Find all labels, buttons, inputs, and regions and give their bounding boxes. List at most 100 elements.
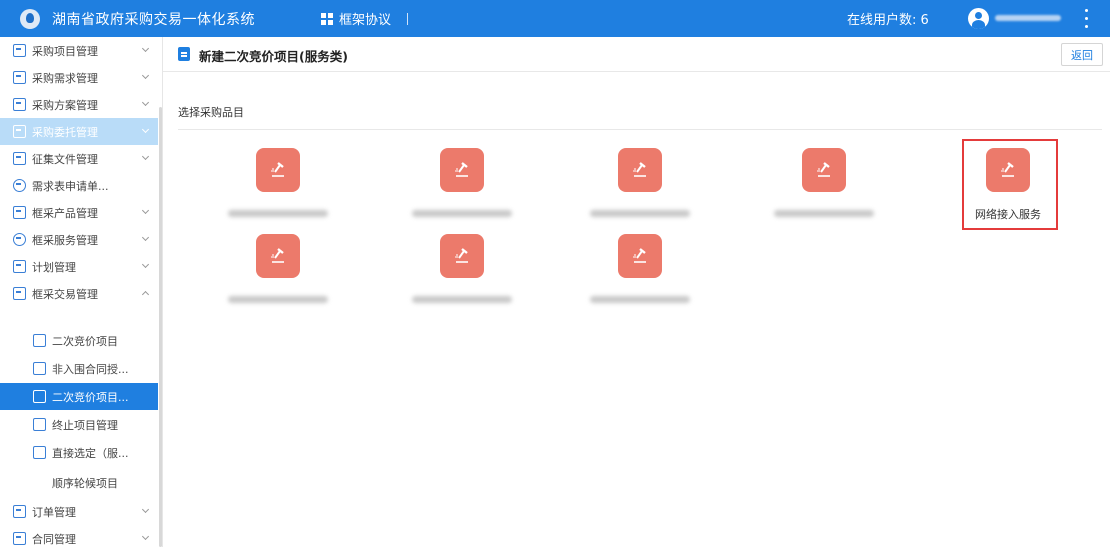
category-item[interactable] bbox=[218, 148, 338, 228]
sidebar-item-label: 采购项目管理 bbox=[32, 44, 98, 58]
logo-icon bbox=[20, 8, 40, 29]
sidebar-sub-second-bidding-service[interactable]: 二次竞价项目... bbox=[0, 383, 158, 410]
page-title: 新建二次竞价项目(服务类) bbox=[199, 49, 348, 64]
form-icon bbox=[33, 390, 46, 403]
sidebar-item-procurement-entrust[interactable]: 采购委托管理 bbox=[0, 118, 158, 145]
sidebar-item-procurement-plan[interactable]: 采购方案管理 bbox=[0, 91, 158, 118]
grid-icon bbox=[321, 12, 333, 25]
form-icon bbox=[13, 71, 26, 84]
chevron-down-icon bbox=[141, 233, 150, 242]
sidebar-sub-second-bidding[interactable]: 二次竞价项目 bbox=[0, 327, 158, 354]
document-icon bbox=[178, 47, 190, 61]
chevron-down-icon bbox=[141, 125, 150, 134]
sidebar-item-label: 采购方案管理 bbox=[32, 98, 98, 112]
sidebar-item-procurement-demand[interactable]: 采购需求管理 bbox=[0, 64, 158, 91]
folder-icon bbox=[13, 287, 26, 300]
sidebar-item-framework-services[interactable]: 框采服务管理 bbox=[0, 226, 158, 253]
gavel-icon bbox=[256, 234, 300, 278]
form-icon bbox=[13, 532, 26, 545]
sidebar-sub-label: 终止项目管理 bbox=[52, 418, 118, 432]
sidebar-sub-terminate-project[interactable]: 终止项目管理 bbox=[0, 411, 158, 438]
gavel-icon bbox=[802, 148, 846, 192]
form-icon bbox=[13, 505, 26, 518]
gavel-icon bbox=[440, 148, 484, 192]
gavel-icon bbox=[256, 148, 300, 192]
avatar-icon[interactable] bbox=[968, 8, 989, 29]
category-name-redacted bbox=[412, 210, 512, 217]
form-icon bbox=[13, 125, 26, 138]
menu-tab-framework[interactable]: 框架协议 bbox=[321, 0, 409, 37]
sidebar-sub-label: 直接选定（服... bbox=[52, 446, 129, 460]
sidebar: 采购项目管理 采购需求管理 采购方案管理 采购委托管理 征集文件管理 需求表申请… bbox=[0, 37, 163, 547]
gavel-icon bbox=[618, 148, 662, 192]
chevron-down-icon bbox=[141, 206, 150, 215]
sidebar-item-label: 计划管理 bbox=[32, 260, 76, 274]
sidebar-item-label: 采购委托管理 bbox=[32, 125, 98, 139]
category-item[interactable] bbox=[580, 148, 700, 228]
category-item[interactable] bbox=[764, 148, 884, 228]
folder-icon bbox=[13, 44, 26, 57]
category-item[interactable] bbox=[402, 148, 522, 228]
sidebar-item-framework-products[interactable]: 框采产品管理 bbox=[0, 199, 158, 226]
edit-doc-icon bbox=[33, 362, 46, 375]
sidebar-item-plan-management[interactable]: 计划管理 bbox=[0, 253, 158, 280]
section-divider bbox=[178, 129, 1102, 130]
sidebar-sub-label: 二次竞价项目... bbox=[52, 390, 129, 404]
sidebar-sub-label: 二次竞价项目 bbox=[52, 334, 118, 348]
content-header: 新建二次竞价项目(服务类) 返回 bbox=[163, 37, 1110, 72]
sidebar-sub-label: 非入围合同授... bbox=[52, 362, 129, 376]
category-name-redacted bbox=[228, 296, 328, 303]
selection-highlight bbox=[962, 139, 1058, 230]
gavel-icon bbox=[618, 234, 662, 278]
section-label: 选择采购品目 bbox=[178, 106, 244, 119]
menu-tab-label: 框架协议 bbox=[339, 13, 392, 28]
sidebar-item-framework-trading[interactable]: 框采交易管理 bbox=[0, 280, 158, 307]
sidebar-scrollbar[interactable] bbox=[159, 107, 162, 547]
form-icon bbox=[13, 98, 26, 111]
sidebar-sub-non-shortlisted-contract[interactable]: 非入围合同授... bbox=[0, 355, 158, 382]
sidebar-item-label: 框采交易管理 bbox=[32, 287, 98, 301]
category-name-redacted bbox=[590, 210, 690, 217]
calendar-icon bbox=[13, 260, 26, 273]
sidebar-sub-rotation-project[interactable]: 顺序轮候项目 bbox=[0, 469, 158, 496]
chevron-up-icon bbox=[141, 290, 150, 299]
sidebar-item-demand-request[interactable]: 需求表申请单... bbox=[0, 172, 158, 199]
chevron-down-icon bbox=[141, 71, 150, 80]
sidebar-item-label: 合同管理 bbox=[32, 532, 76, 546]
category-name-redacted bbox=[412, 296, 512, 303]
top-bar: 湖南省政府采购交易一体化系统 框架协议 在线用户数: 6 bbox=[0, 0, 1110, 37]
sidebar-sub-label: 顺序轮候项目 bbox=[52, 476, 118, 490]
chevron-down-icon bbox=[141, 44, 150, 53]
app-title: 湖南省政府采购交易一体化系统 bbox=[52, 11, 255, 28]
sidebar-item-label: 需求表申请单... bbox=[32, 179, 109, 193]
category-item[interactable] bbox=[218, 234, 338, 314]
user-name-redacted[interactable] bbox=[995, 15, 1061, 21]
user-icon bbox=[13, 179, 26, 192]
sidebar-item-procurement-project[interactable]: 采购项目管理 bbox=[0, 37, 158, 64]
category-name-redacted bbox=[228, 210, 328, 217]
tab-separator bbox=[407, 12, 409, 25]
sidebar-item-label: 征集文件管理 bbox=[32, 152, 98, 166]
category-item[interactable] bbox=[402, 234, 522, 314]
chevron-down-icon bbox=[141, 260, 150, 269]
back-button[interactable]: 返回 bbox=[1061, 43, 1103, 66]
category-item[interactable] bbox=[580, 234, 700, 314]
category-name-redacted bbox=[774, 210, 874, 217]
doc-icon bbox=[13, 152, 26, 165]
sidebar-item-label: 框采产品管理 bbox=[32, 206, 98, 220]
sidebar-item-label: 采购需求管理 bbox=[32, 71, 98, 85]
category-name-redacted bbox=[590, 296, 690, 303]
sidebar-item-solicitation-docs[interactable]: 征集文件管理 bbox=[0, 145, 158, 172]
heart-icon bbox=[13, 233, 26, 246]
chevron-down-icon bbox=[141, 505, 150, 514]
sidebar-item-contract-management[interactable]: 合同管理 bbox=[0, 525, 158, 547]
export-icon bbox=[33, 418, 46, 431]
online-users: 在线用户数: 6 bbox=[847, 13, 929, 28]
chevron-down-icon bbox=[141, 532, 150, 541]
sidebar-item-label: 订单管理 bbox=[32, 505, 76, 519]
more-menu-icon[interactable] bbox=[1083, 9, 1089, 28]
bidding-icon bbox=[33, 334, 46, 347]
chevron-down-icon bbox=[141, 98, 150, 107]
sidebar-sub-direct-selection[interactable]: 直接选定（服... bbox=[0, 439, 158, 466]
sidebar-item-order-management[interactable]: 订单管理 bbox=[0, 498, 158, 525]
